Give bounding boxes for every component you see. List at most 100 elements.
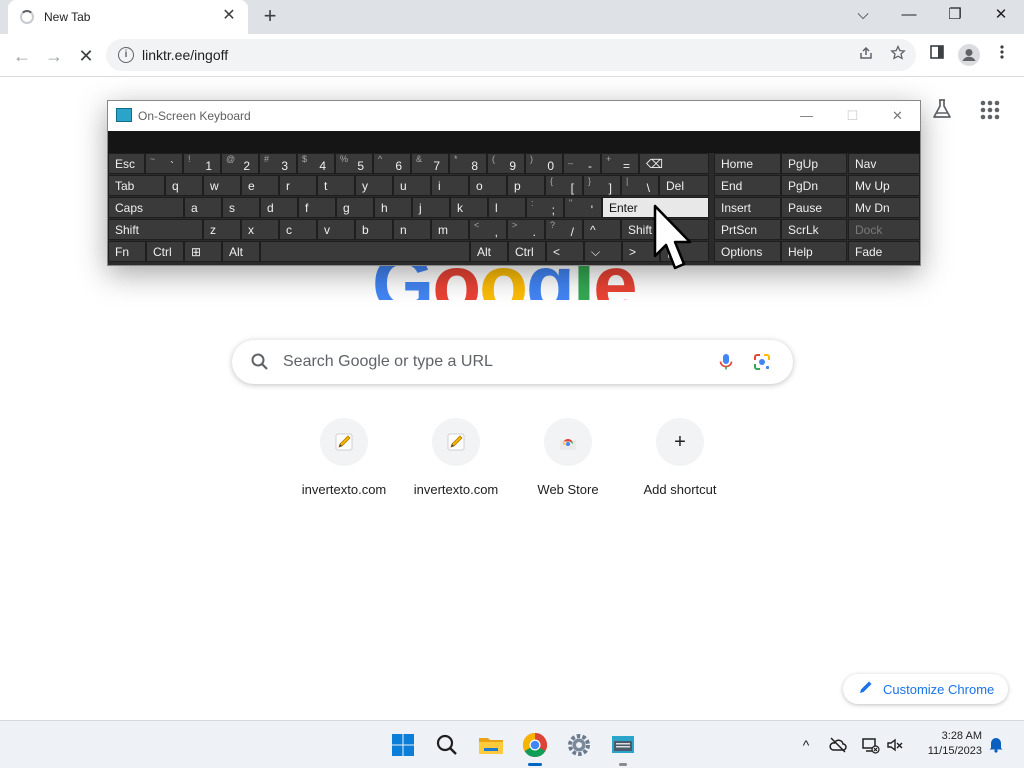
- osk-key-x3b[interactable]: :;: [526, 197, 564, 218]
- osk-minimize-button[interactable]: —: [784, 101, 829, 131]
- osk-key-x5e[interactable]: ^: [583, 219, 621, 240]
- osk-key-dock[interactable]: Dock: [848, 219, 920, 240]
- osk-key-2[interactable]: @2: [221, 153, 259, 174]
- address-bar[interactable]: i linktr.ee/ingoff: [106, 39, 916, 71]
- osk-key-l[interactable]: l: [488, 197, 526, 218]
- osk-key-y[interactable]: y: [355, 175, 393, 196]
- file-explorer-icon[interactable]: [475, 729, 507, 761]
- osk-key-x27[interactable]: " ': [564, 197, 602, 218]
- osk-key-esc[interactable]: Esc: [108, 153, 145, 174]
- osk-key-m[interactable]: m: [431, 219, 469, 240]
- tab-new-tab[interactable]: New Tab ✕: [8, 0, 248, 34]
- network-icon[interactable]: [860, 735, 880, 755]
- notification-bell-icon[interactable]: [986, 735, 1006, 755]
- osk-key-c[interactable]: c: [279, 219, 317, 240]
- back-button[interactable]: ←: [8, 42, 36, 70]
- bookmark-star-icon[interactable]: [888, 44, 908, 65]
- osk-key-a[interactable]: a: [184, 197, 222, 218]
- settings-icon[interactable]: [563, 729, 595, 761]
- osk-key-options[interactable]: Options: [714, 241, 781, 262]
- system-clock[interactable]: 3:28 AM 11/15/2023: [912, 729, 982, 759]
- shortcut-tile[interactable]: Web Store: [512, 416, 624, 516]
- osk-key-prtscn[interactable]: PrtScn: [714, 219, 781, 240]
- osk-key-ctrl[interactable]: Ctrl: [146, 241, 184, 262]
- osk-key-x232b[interactable]: ⌫: [639, 153, 709, 174]
- osk-key-9[interactable]: (9: [487, 153, 525, 174]
- new-tab-button[interactable]: +: [258, 4, 282, 28]
- osk-key-x2f[interactable]: ? /: [545, 219, 583, 240]
- side-panel-icon[interactable]: [926, 44, 948, 66]
- osk-key-n[interactable]: n: [393, 219, 431, 240]
- osk-key-d[interactable]: d: [260, 197, 298, 218]
- osk-key-v[interactable]: v: [317, 219, 355, 240]
- osk-key-s[interactable]: s: [222, 197, 260, 218]
- osk-key-p[interactable]: p: [507, 175, 545, 196]
- osk-icon[interactable]: [607, 729, 639, 761]
- osk-key-x5b[interactable]: {[: [545, 175, 583, 196]
- tab-search-icon[interactable]: ⌵: [840, 0, 886, 30]
- osk-key-e[interactable]: e: [241, 175, 279, 196]
- osk-key-fade[interactable]: Fade: [848, 241, 920, 262]
- google-apps-icon[interactable]: [978, 98, 1002, 122]
- osk-key-k[interactable]: k: [450, 197, 488, 218]
- osk-key-alt[interactable]: Alt: [470, 241, 508, 262]
- osk-key-insert[interactable]: Insert: [714, 197, 781, 218]
- stop-loading-button[interactable]: ✕: [72, 42, 100, 70]
- osk-key-6[interactable]: ^ 6: [373, 153, 411, 174]
- osk-key-r[interactable]: r: [279, 175, 317, 196]
- osk-key-7[interactable]: & 7: [411, 153, 449, 174]
- osk-key-nav[interactable]: Nav: [848, 153, 920, 174]
- minimize-button[interactable]: —: [886, 0, 932, 30]
- osk-key-tab[interactable]: Tab: [108, 175, 165, 196]
- osk-key-home[interactable]: Home: [714, 153, 781, 174]
- url-text[interactable]: linktr.ee/ingoff: [142, 47, 228, 63]
- add-shortcut-button[interactable]: + Add shortcut: [624, 416, 736, 516]
- search-icon[interactable]: [431, 729, 463, 761]
- osk-key-5[interactable]: % 5: [335, 153, 373, 174]
- osk-key-x229e[interactable]: ⊞: [184, 241, 222, 262]
- more-menu-icon[interactable]: [991, 44, 1013, 66]
- osk-key-fn[interactable]: Fn: [108, 241, 146, 262]
- shortcut-tile[interactable]: invertexto.com: [400, 416, 512, 516]
- osk-key-space[interactable]: [260, 241, 470, 262]
- osk-key-pause[interactable]: Pause: [781, 197, 847, 218]
- voice-search-icon[interactable]: [716, 352, 736, 372]
- osk-key-4[interactable]: $4: [297, 153, 335, 174]
- osk-key-x3c[interactable]: <: [546, 241, 584, 262]
- osk-key-shift[interactable]: Shift: [108, 219, 203, 240]
- osk-key-b[interactable]: b: [355, 219, 393, 240]
- search-input[interactable]: [283, 340, 703, 384]
- osk-key-x2335[interactable]: ⌵: [584, 241, 622, 262]
- close-window-button[interactable]: ✕: [978, 0, 1024, 30]
- share-icon[interactable]: [856, 45, 876, 65]
- osk-key-g[interactable]: g: [336, 197, 374, 218]
- osk-close-button[interactable]: ✕: [875, 101, 920, 131]
- chrome-icon[interactable]: [519, 729, 551, 761]
- osk-key-x2d[interactable]: _ -: [563, 153, 601, 174]
- osk-key-1[interactable]: ! 1: [183, 153, 221, 174]
- osk-key-3[interactable]: #3: [259, 153, 297, 174]
- osk-key-alt[interactable]: Alt: [222, 241, 260, 262]
- osk-key-x2e[interactable]: >.: [507, 219, 545, 240]
- osk-key-x[interactable]: x: [241, 219, 279, 240]
- osk-key-ctrl[interactable]: Ctrl: [508, 241, 546, 262]
- osk-key-del[interactable]: Del: [659, 175, 709, 196]
- osk-key-0[interactable]: ) 0: [525, 153, 563, 174]
- osk-key-end[interactable]: End: [714, 175, 781, 196]
- shortcut-tile[interactable]: invertexto.com: [288, 416, 400, 516]
- osk-key-x60[interactable]: ~ `: [145, 153, 183, 174]
- osk-key-x3d[interactable]: + =: [601, 153, 639, 174]
- osk-key-8[interactable]: * 8: [449, 153, 487, 174]
- osk-key-x5c[interactable]: | \: [621, 175, 659, 196]
- osk-maximize-button[interactable]: ☐: [830, 101, 875, 131]
- osk-key-x5d[interactable]: }]: [583, 175, 621, 196]
- osk-key-t[interactable]: t: [317, 175, 355, 196]
- osk-key-h[interactable]: h: [374, 197, 412, 218]
- osk-key-f[interactable]: f: [298, 197, 336, 218]
- osk-key-q[interactable]: q: [165, 175, 203, 196]
- customize-chrome-button[interactable]: Customize Chrome: [843, 674, 1008, 704]
- windows-start-icon[interactable]: [387, 729, 419, 761]
- tab-close-icon[interactable]: ✕: [218, 5, 240, 27]
- osk-key-o[interactable]: o: [469, 175, 507, 196]
- restore-button[interactable]: ❐: [932, 0, 978, 30]
